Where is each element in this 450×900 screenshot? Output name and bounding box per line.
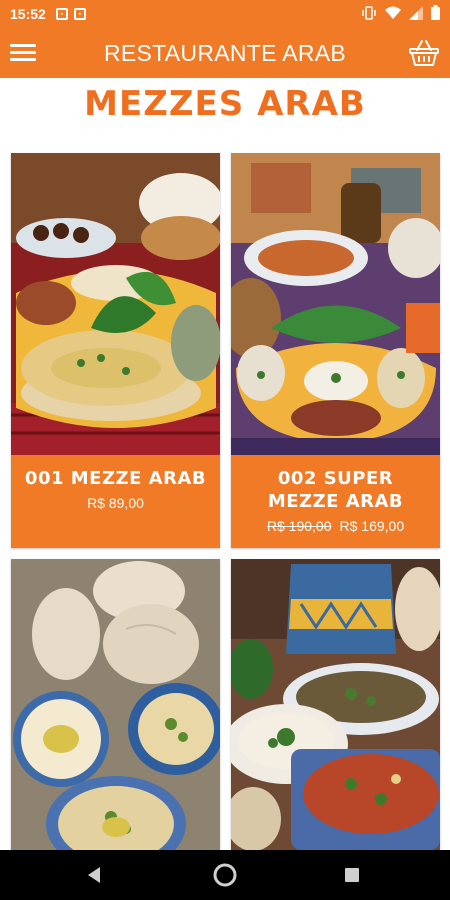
product-name: 001 MEZZE ARAB [24, 468, 207, 489]
product-info: 002 SUPER MEZZE ARAB R$ 190,00 R$ 169,00 [231, 455, 440, 534]
product-card[interactable]: 001 MEZZE ARAB R$ 89,00 [11, 153, 220, 548]
calendar-icon: ▪ [73, 8, 86, 20]
notification-icon: ▪ [55, 8, 68, 20]
product-old-price: R$ 190,00 [266, 518, 332, 534]
wifi-icon [385, 6, 401, 19]
product-price: R$ 89,00 [87, 495, 144, 511]
product-price: R$ 169,00 [339, 518, 405, 534]
product-info: 001 MEZZE ARAB R$ 89,00 [11, 455, 220, 511]
product-prices: R$ 89,00 [11, 495, 220, 511]
product-card[interactable] [231, 559, 440, 850]
recent-apps-icon[interactable] [344, 867, 360, 883]
product-card[interactable] [11, 559, 220, 850]
product-image [11, 559, 220, 850]
status-bar: 15:52 ▪ ▪ [0, 0, 450, 28]
product-name: 002 SUPER MEZZE ARAB [267, 468, 404, 512]
vibrate-icon [362, 5, 376, 20]
navigation-bar [0, 850, 450, 900]
app-title: RESTAURANTE ARAB [103, 40, 347, 66]
product-image [231, 559, 440, 850]
back-icon[interactable] [86, 866, 102, 884]
status-time: 15:52 [10, 6, 46, 22]
product-prices: R$ 190,00 R$ 169,00 [231, 518, 440, 534]
battery-icon [431, 5, 440, 20]
section-title: MEZZES ARAB [84, 84, 366, 124]
basket-icon[interactable] [408, 38, 440, 68]
product-image [11, 153, 220, 455]
product-image [231, 153, 440, 455]
app-bar: RESTAURANTE ARAB [0, 28, 450, 78]
home-icon[interactable] [213, 863, 237, 887]
signal-icon [409, 5, 423, 20]
product-card[interactable]: 002 SUPER MEZZE ARAB R$ 190,00 R$ 169,00 [231, 153, 440, 548]
